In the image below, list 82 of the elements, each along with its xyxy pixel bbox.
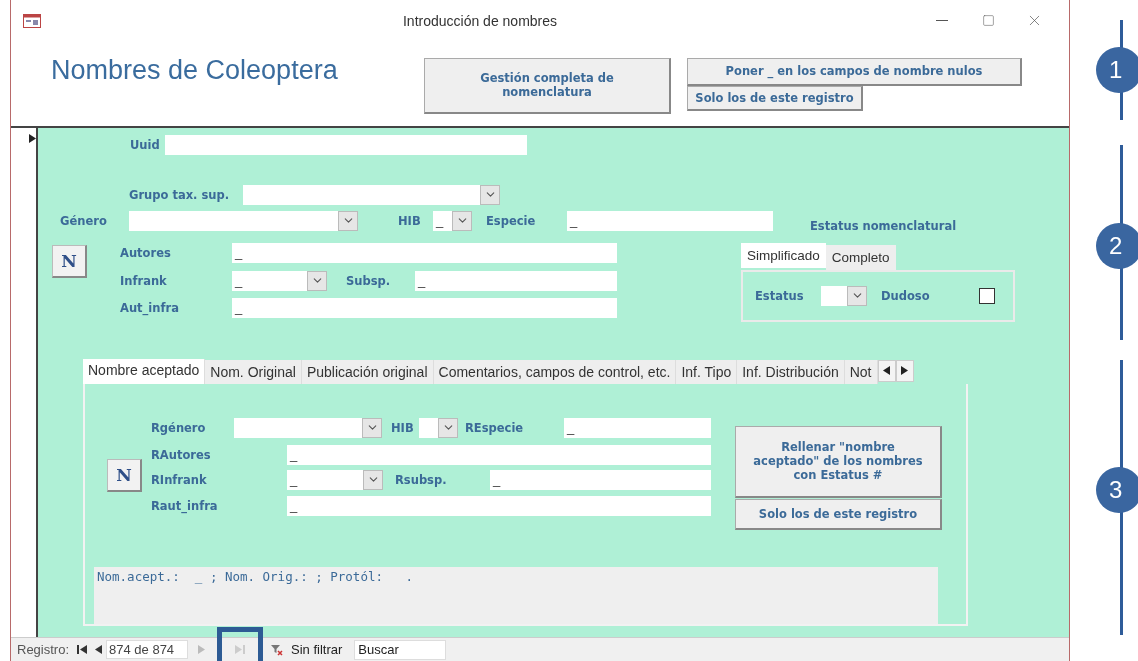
combo-box[interactable]: _ [433, 210, 472, 231]
text-field[interactable]: _ [287, 495, 711, 516]
text-field[interactable]: _ [564, 417, 711, 438]
field-label: Autores [120, 245, 172, 260]
tab[interactable]: Not [844, 359, 878, 384]
text-field[interactable]: _ [415, 270, 617, 291]
field-label: RAutores [151, 447, 212, 462]
field-label: Rgénero [151, 420, 207, 435]
n-button[interactable]: N [107, 458, 142, 492]
form-icon [23, 13, 41, 28]
search-field[interactable]: Buscar [354, 639, 447, 660]
tab[interactable]: Publicación original [301, 359, 434, 384]
nomenclature-button[interactable]: Gestión completa de nomenclatura [424, 57, 671, 114]
text-field[interactable] [165, 134, 527, 155]
form-title: Nombres de Coleoptera [51, 53, 339, 87]
this-record-button[interactable]: Solo los de este registro [735, 498, 942, 530]
field-label: Grupo tax. sup. [129, 187, 231, 202]
field-label: Rsubsp. [395, 472, 448, 487]
field-label: Subsp. [346, 273, 392, 288]
fill-nulls-button[interactable]: Poner _ en los campos de nombre nulos [687, 57, 1022, 86]
field-label: Especie [486, 213, 537, 228]
dropdown-button[interactable] [480, 184, 500, 205]
text-field[interactable]: _ [287, 444, 711, 465]
field-label: Aut_infra [120, 300, 180, 315]
tab[interactable]: Inf. Distribución [737, 359, 845, 384]
summary-text: Nom.acept.: _ ; Nom. Orig.: ; Protól: . [94, 566, 938, 624]
dropdown-button[interactable] [847, 285, 867, 306]
field-label: Género [60, 213, 108, 228]
dropdown-button[interactable] [438, 417, 458, 438]
tab[interactable]: Nombre aceptado [83, 358, 206, 384]
scroll-left-button[interactable] [877, 359, 896, 382]
first-record-icon [77, 645, 88, 654]
status-tab[interactable]: Simplificado [741, 242, 826, 268]
last-record-icon [235, 645, 246, 654]
text-field[interactable]: _ [490, 469, 711, 490]
field-label: REspecie [465, 420, 525, 435]
combo-box[interactable] [234, 417, 382, 438]
status-tab[interactable]: Completo [825, 244, 896, 270]
field-label: HIB [391, 420, 415, 435]
tab[interactable]: Inf. Tipo [676, 359, 738, 384]
text-field[interactable]: _ [567, 210, 773, 231]
field-label: Estatus nomenclatural [810, 218, 958, 233]
step-marker: 3 [1096, 467, 1138, 513]
field-label: Estatus [755, 288, 805, 303]
combo-box[interactable] [419, 417, 458, 438]
dropdown-button[interactable] [362, 417, 382, 438]
n-button[interactable]: N [52, 244, 87, 278]
filter-status: Sin filtrar [291, 642, 343, 657]
triangle-left-icon [95, 645, 103, 654]
dropdown-button[interactable] [363, 469, 383, 490]
field-label: Infrank [120, 273, 168, 288]
record-label: Registro: [17, 642, 70, 657]
step-marker: 1 [1096, 47, 1138, 93]
maximize-icon [981, 14, 995, 28]
field-label: HIB [398, 213, 422, 228]
fill-accepted-button[interactable]: Rellenar "nombre aceptado" de los nombres con Estatus # [735, 425, 942, 498]
scroll-right-button[interactable] [895, 359, 914, 382]
dropdown-button[interactable] [307, 270, 327, 291]
field-label: Dudoso [881, 288, 931, 303]
triangle-left-icon [883, 366, 890, 376]
text-field[interactable]: _ [232, 297, 617, 318]
field-label: RInfrank [151, 472, 208, 487]
triangle-right-icon [29, 133, 36, 143]
field-label: Raut_infra [151, 498, 219, 513]
dropdown-button[interactable] [452, 210, 472, 231]
combo-box[interactable] [821, 285, 867, 306]
record-number-field[interactable]: 874 de 874 [106, 640, 189, 659]
combo-box[interactable]: _ [232, 270, 327, 291]
triangle-right-icon [198, 645, 206, 654]
minimize-icon [936, 20, 948, 22]
triangle-right-icon [901, 366, 908, 376]
window-title: Introducción de nombres [401, 12, 559, 29]
combo-box[interactable]: _ [287, 469, 383, 490]
tab[interactable]: Comentarios, campos de control, etc. [433, 359, 677, 384]
dudoso-checkbox[interactable] [979, 287, 995, 304]
tab[interactable]: Nom. Original [205, 359, 302, 384]
filter-icon [271, 643, 284, 656]
this-record-button[interactable]: Solo los de este registro [687, 85, 863, 111]
step-marker: 2 [1096, 223, 1138, 269]
dropdown-button[interactable] [338, 210, 358, 231]
text-field[interactable]: _ [232, 242, 617, 263]
field-label: Uuid [130, 137, 161, 152]
